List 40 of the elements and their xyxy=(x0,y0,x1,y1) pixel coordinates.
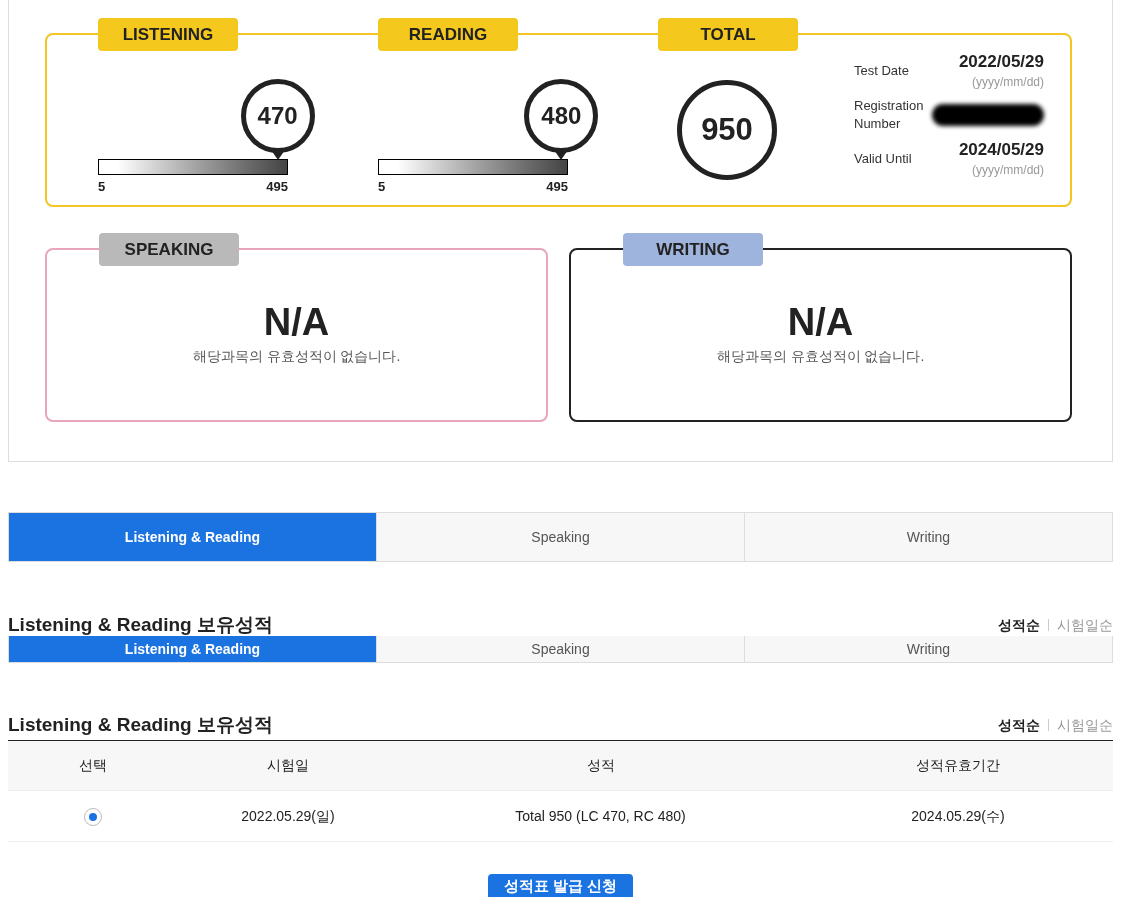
date-format-hint: (yyyy/mm/dd) xyxy=(972,162,1044,179)
info-label: Valid Until xyxy=(854,150,913,168)
scale-max: 495 xyxy=(266,178,288,196)
section-label: LISTENING xyxy=(98,18,238,51)
date-value: 2024/05/29 xyxy=(958,139,1044,161)
table-cell: Total 950 (LC 470, RC 480) xyxy=(398,790,803,842)
date-format-hint: (yyyy/mm/dd) xyxy=(972,74,1044,91)
score-value: N/A xyxy=(787,300,854,344)
no-score-message: 해당과목의 유효성적이 없습니다. xyxy=(716,347,925,366)
section-label: SPEAKING xyxy=(99,233,239,266)
scale-min: 5 xyxy=(98,178,106,196)
score-bubble: 480 xyxy=(524,79,599,153)
table-cell: 2022.05.29(일) xyxy=(178,790,398,842)
tab[interactable]: Writing xyxy=(744,513,1112,561)
tab[interactable]: Listening & Reading xyxy=(9,636,376,662)
issue-report-button[interactable]: 성적표 발급 신청 xyxy=(487,874,634,897)
scale-min: 5 xyxy=(378,178,386,196)
tab[interactable]: Listening & Reading xyxy=(9,513,376,561)
sort-link[interactable]: 성적순 xyxy=(998,714,1040,736)
info-label: Test Date xyxy=(854,62,910,80)
info-label: Registration Number xyxy=(854,97,925,133)
score-value: N/A xyxy=(263,300,330,344)
column-header: 성적유효기간 xyxy=(803,740,1113,791)
score-bubble: 470 xyxy=(240,79,315,153)
column-header: 시험일 xyxy=(178,740,398,791)
section-heading: Listening & Reading 보유성적 xyxy=(8,712,273,737)
tab[interactable]: Writing xyxy=(744,636,1112,662)
no-score-message: 해당과목의 유효성적이 없습니다. xyxy=(192,347,401,366)
sort-link[interactable]: 성적순 xyxy=(998,614,1040,636)
section-label: READING xyxy=(378,18,518,51)
tab[interactable]: Speaking xyxy=(376,636,744,662)
section-label: WRITING xyxy=(623,233,763,266)
table-cell: 2024.05.29(수) xyxy=(803,790,1113,842)
date-value: 2022/05/29 xyxy=(958,51,1044,73)
section-heading: Listening & Reading 보유성적 xyxy=(8,612,273,637)
tab[interactable]: Speaking xyxy=(376,513,744,561)
column-header: 선택 xyxy=(8,740,178,791)
scale-max: 495 xyxy=(546,178,568,196)
column-header: 성적 xyxy=(398,740,803,791)
section-label: TOTAL xyxy=(658,18,798,51)
